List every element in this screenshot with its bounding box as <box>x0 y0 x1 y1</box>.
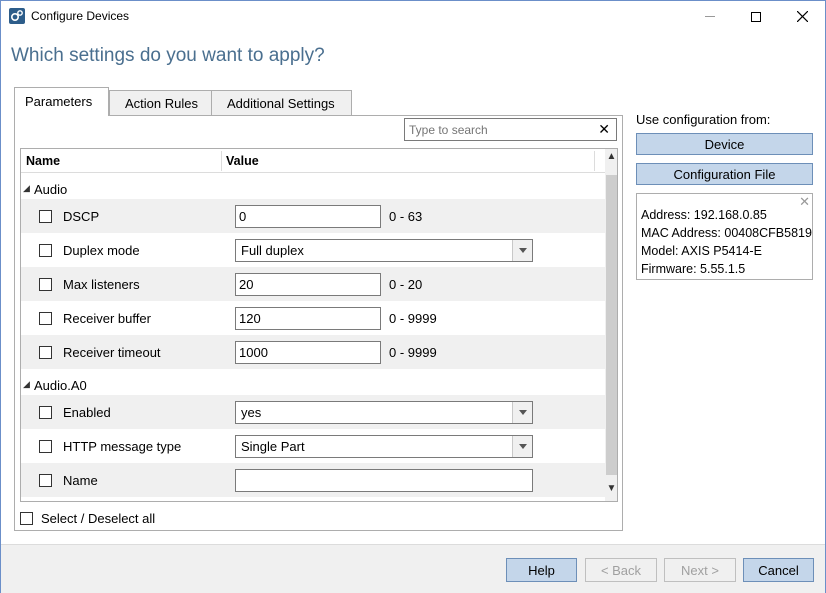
collapse-triangle-icon[interactable]: ◢ <box>23 183 30 194</box>
app-icon <box>9 8 25 24</box>
scroll-thumb[interactable] <box>606 175 617 475</box>
dropdown-button[interactable] <box>512 436 532 457</box>
tab-action-rules[interactable]: Action Rules <box>109 90 212 115</box>
close-icon <box>796 11 808 22</box>
param-label: Enabled <box>63 405 111 420</box>
param-row-receiver-buffer: Receiver buffer 120 0 - 9999 <box>21 301 605 335</box>
info-mac-address: MAC Address: 00408CFB5819 <box>641 226 812 240</box>
select-all-checkbox[interactable] <box>20 512 33 525</box>
row-checkbox[interactable] <box>39 244 52 257</box>
group-label: Audio <box>34 182 68 197</box>
dropdown-value: Full duplex <box>241 243 304 258</box>
device-info-box: ✕ Address: 192.168.0.85 MAC Address: 004… <box>636 193 813 280</box>
chevron-down-icon <box>518 410 527 415</box>
maximize-button[interactable] <box>733 1 779 32</box>
device-button[interactable]: Device <box>636 133 813 155</box>
dropdown-value: Single Part <box>241 439 305 454</box>
use-configuration-label: Use configuration from: <box>636 112 771 127</box>
row-checkbox[interactable] <box>39 406 52 419</box>
minimize-icon <box>705 16 715 17</box>
scroll-down-icon[interactable]: ▼ <box>605 483 617 497</box>
dropdown-button[interactable] <box>512 402 532 423</box>
page-heading: Which settings do you want to apply? <box>11 45 325 66</box>
close-button[interactable] <box>779 1 825 32</box>
info-model: Model: AXIS P5414-E <box>641 244 762 258</box>
configuration-file-button[interactable]: Configuration File <box>636 163 813 185</box>
param-label: Max listeners <box>63 277 140 292</box>
param-row-max-listeners: Max listeners 20 0 - 20 <box>21 267 605 301</box>
max-listeners-input[interactable]: 20 <box>235 273 381 296</box>
group-label: Audio.A0 <box>34 378 87 393</box>
column-header-value[interactable]: Value <box>226 154 259 168</box>
receiver-buffer-input[interactable]: 120 <box>235 307 381 330</box>
cancel-button[interactable]: Cancel <box>743 558 814 582</box>
tab-parameters[interactable]: Parameters <box>14 87 109 116</box>
enabled-dropdown[interactable]: yes <box>235 401 533 424</box>
row-checkbox[interactable] <box>39 440 52 453</box>
minimize-button[interactable] <box>687 1 733 32</box>
param-label: Duplex mode <box>63 243 140 258</box>
back-button[interactable]: < Back <box>585 558 657 582</box>
configure-devices-window: Configure Devices Which settings do you … <box>0 0 826 593</box>
param-row-receiver-timeout: Receiver timeout 1000 0 - 9999 <box>21 335 605 369</box>
param-row-name: Name <box>21 463 605 497</box>
dscp-input[interactable]: 0 <box>235 205 381 228</box>
param-range: 0 - 20 <box>389 277 423 292</box>
param-range: 0 - 9999 <box>389 311 437 326</box>
row-checkbox[interactable] <box>39 474 52 487</box>
row-checkbox[interactable] <box>39 312 52 325</box>
tab-additional-settings[interactable]: Additional Settings <box>211 90 352 115</box>
param-row-http-message-type: HTTP message type Single Part <box>21 429 605 463</box>
row-checkbox[interactable] <box>39 346 52 359</box>
search-input[interactable] <box>405 119 590 140</box>
param-label: Receiver buffer <box>63 311 151 326</box>
param-range: 0 - 63 <box>389 209 423 224</box>
column-header-name[interactable]: Name <box>26 154 60 168</box>
maximize-icon <box>751 11 761 22</box>
duplex-mode-dropdown[interactable]: Full duplex <box>235 239 533 262</box>
param-label: HTTP message type <box>63 439 182 454</box>
param-range: 0 - 9999 <box>389 345 437 360</box>
info-address: Address: 192.168.0.85 <box>641 208 767 222</box>
column-divider[interactable] <box>594 151 595 171</box>
chevron-down-icon <box>518 248 527 253</box>
param-label: Name <box>63 473 98 488</box>
row-checkbox[interactable] <box>39 210 52 223</box>
grid-scrollbar[interactable]: ▲ ▼ <box>605 149 617 501</box>
param-row-dscp: DSCP 0 0 - 63 <box>21 199 605 233</box>
group-audio-a0[interactable]: ◢ Audio.A0 <box>21 373 605 397</box>
group-audio[interactable]: ◢ Audio <box>21 177 605 201</box>
grid-header: Name Value <box>21 149 605 173</box>
name-input[interactable] <box>235 469 533 492</box>
http-message-type-dropdown[interactable]: Single Part <box>235 435 533 458</box>
collapse-triangle-icon[interactable]: ◢ <box>23 379 30 390</box>
info-firmware: Firmware: 5.55.1.5 <box>641 262 746 276</box>
param-label: DSCP <box>63 209 100 224</box>
param-label: Receiver timeout <box>63 345 161 360</box>
dropdown-button[interactable] <box>512 240 532 261</box>
receiver-timeout-input[interactable]: 1000 <box>235 341 381 364</box>
select-all-label[interactable]: Select / Deselect all <box>41 511 155 526</box>
title-bar: Configure Devices <box>1 1 825 32</box>
dropdown-value: yes <box>241 405 262 420</box>
scroll-up-icon[interactable]: ▲ <box>605 151 617 165</box>
close-info-icon[interactable]: ✕ <box>799 194 810 210</box>
param-row-duplex-mode: Duplex mode Full duplex <box>21 233 605 267</box>
clear-search-icon[interactable]: ✕ <box>598 121 610 138</box>
parameters-grid: Name Value ◢ Audio DSCP 0 0 - 63 Duplex … <box>20 148 618 502</box>
row-checkbox[interactable] <box>39 278 52 291</box>
help-button[interactable]: Help <box>506 558 577 582</box>
next-button[interactable]: Next > <box>664 558 736 582</box>
param-row-enabled: Enabled yes <box>21 395 605 429</box>
chevron-down-icon <box>518 444 527 449</box>
column-divider[interactable] <box>221 151 222 171</box>
search-box[interactable]: ✕ <box>404 118 617 141</box>
window-title: Configure Devices <box>31 9 130 23</box>
